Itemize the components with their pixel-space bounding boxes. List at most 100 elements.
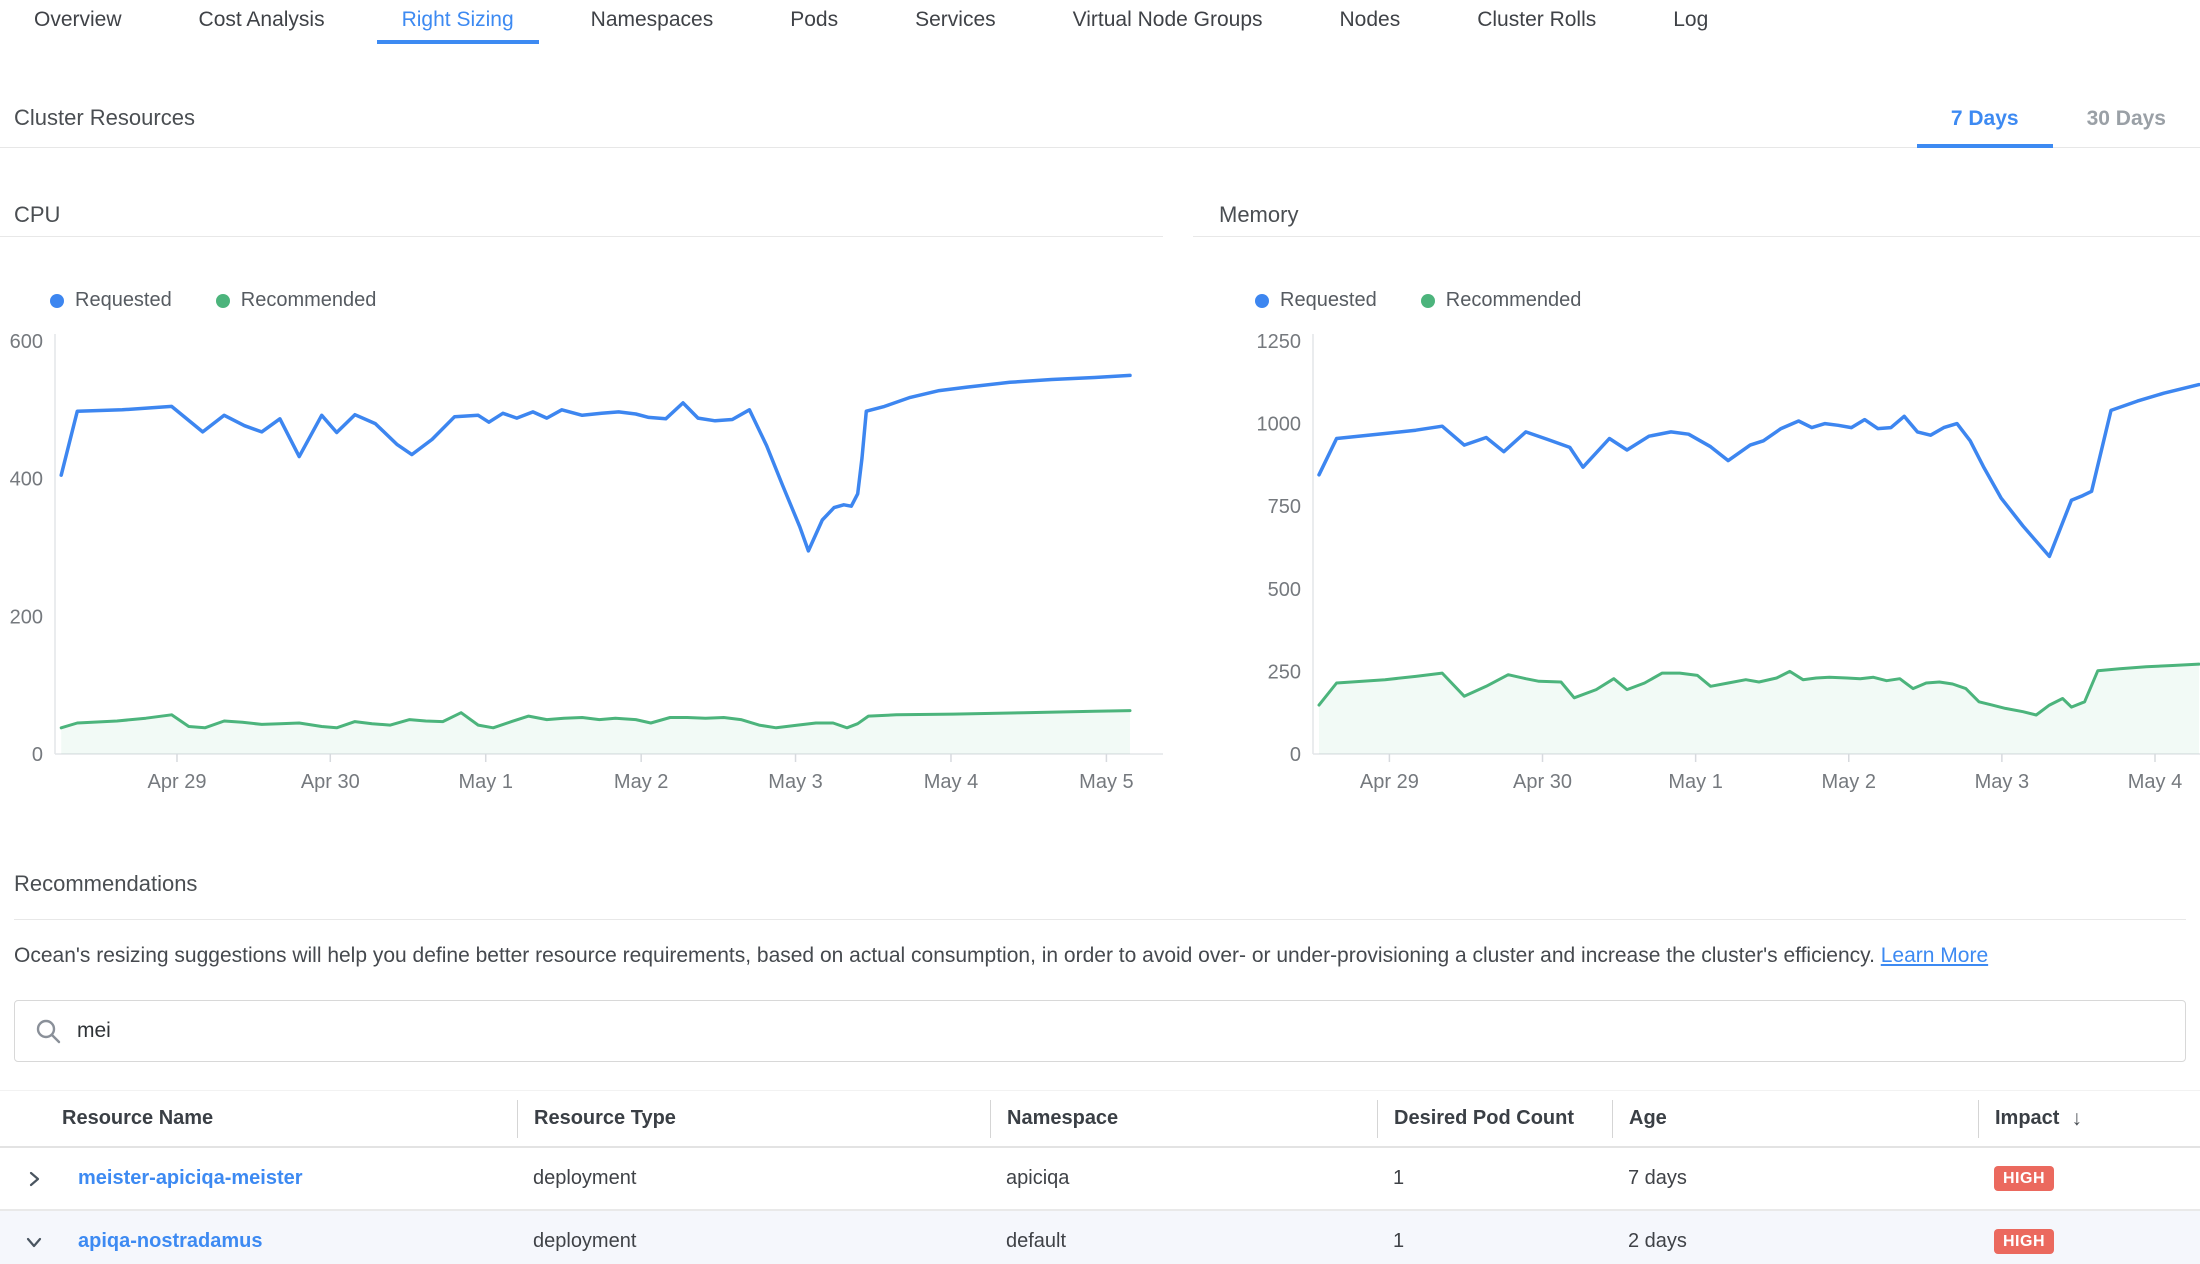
age-cell: 2 days (1612, 1230, 1978, 1253)
resource-name-link[interactable]: apiqa-nostradamus (78, 1230, 262, 1252)
svg-text:Apr 30: Apr 30 (1513, 771, 1572, 793)
tab-cost-analysis[interactable]: Cost Analysis (174, 0, 350, 44)
chevron-down-icon (24, 1232, 44, 1252)
memory-chart-title: Memory (1193, 202, 2200, 237)
cpu-chart-panel: CPU Requested Recommended 0 200 400 600 Apr … (0, 148, 1163, 801)
legend-label: Requested (75, 289, 172, 312)
svg-text:May 1: May 1 (458, 771, 512, 793)
resource-name-link[interactable]: meister-apiciqa-meister (78, 1167, 303, 1189)
impact-badge: HIGH (1994, 1166, 2054, 1191)
search-box (14, 1000, 2186, 1062)
memory-chart-legend: Requested Recommended (1255, 289, 2200, 312)
svg-text:1250: 1250 (1257, 331, 1302, 353)
tab-nodes[interactable]: Nodes (1315, 0, 1426, 44)
svg-text:May 2: May 2 (1822, 771, 1876, 793)
svg-text:May 2: May 2 (614, 771, 668, 793)
sort-desc-icon[interactable]: ↓ (2071, 1107, 2082, 1131)
svg-text:Apr 30: Apr 30 (301, 771, 360, 793)
impact-cell: HIGH (1978, 1166, 2200, 1191)
table-row: apiqa-nostradamus deployment default 1 2… (0, 1211, 2200, 1264)
row-expander[interactable] (14, 1169, 62, 1189)
recommended-dot-icon (1421, 294, 1435, 308)
cluster-resources-header: Cluster Resources 7 Days 30 Days (0, 44, 2200, 148)
header-expander (14, 1100, 62, 1138)
legend-item-requested[interactable]: Requested (50, 289, 172, 312)
header-age[interactable]: Age (1612, 1100, 1978, 1138)
row-expander[interactable] (14, 1232, 62, 1252)
legend-label: Requested (1280, 289, 1377, 312)
period-30-days[interactable]: 30 Days (2053, 107, 2200, 148)
search-input[interactable] (77, 1019, 2167, 1043)
search-icon (33, 1016, 63, 1046)
recommendations-table: Resource Name Resource Type Namespace De… (0, 1090, 2200, 1264)
resource-type-cell: deployment (517, 1167, 990, 1190)
table-header-row: Resource Name Resource Type Namespace De… (0, 1090, 2200, 1148)
header-resource-type[interactable]: Resource Type (517, 1100, 990, 1138)
legend-label: Recommended (241, 289, 377, 312)
svg-text:250: 250 (1268, 661, 1301, 683)
svg-text:May 4: May 4 (2128, 771, 2182, 793)
svg-text:500: 500 (1268, 579, 1301, 601)
learn-more-link[interactable]: Learn More (1881, 944, 1988, 967)
svg-text:600: 600 (10, 331, 43, 353)
period-7-days[interactable]: 7 Days (1917, 107, 2053, 148)
cpu-chart-title: CPU (0, 202, 1163, 237)
svg-text:May 4: May 4 (924, 771, 978, 793)
header-impact[interactable]: Impact ↓ (1978, 1100, 2200, 1138)
impact-badge: HIGH (1994, 1229, 2054, 1254)
header-desired-pod-count[interactable]: Desired Pod Count (1377, 1100, 1612, 1138)
svg-text:1000: 1000 (1257, 414, 1302, 436)
svg-text:400: 400 (10, 469, 43, 491)
namespace-cell: apiciqa (990, 1167, 1377, 1190)
svg-text:May 1: May 1 (1668, 771, 1722, 793)
recommendations-description: Ocean's resizing suggestions will help y… (14, 944, 2186, 968)
resource-name-cell: meister-apiciqa-meister (62, 1167, 517, 1190)
svg-text:0: 0 (32, 744, 43, 766)
svg-text:May 3: May 3 (1975, 771, 2029, 793)
svg-text:May 3: May 3 (768, 771, 822, 793)
cpu-chart: 0 200 400 600 Apr 29 Apr 30 May 1 May 2 May 3 May… (0, 326, 1163, 801)
age-cell: 7 days (1612, 1167, 1978, 1190)
memory-chart-panel: Memory Requested Recommended 0 250 500 750 1… (1193, 148, 2200, 801)
requested-dot-icon (50, 294, 64, 308)
tab-right-sizing[interactable]: Right Sizing (377, 0, 539, 44)
svg-text:May 5: May 5 (1079, 771, 1133, 793)
recommendations-text: Ocean's resizing suggestions will help y… (14, 944, 1875, 967)
charts-row: CPU Requested Recommended 0 200 400 600 Apr … (0, 148, 2200, 801)
svg-text:750: 750 (1268, 496, 1301, 518)
header-impact-label: Impact (1995, 1107, 2059, 1130)
table-row: meister-apiciqa-meister deployment apici… (0, 1148, 2200, 1211)
recommended-dot-icon (216, 294, 230, 308)
page-title: Cluster Resources (14, 105, 195, 147)
recommendations-title: Recommendations (14, 871, 2186, 920)
memory-chart: 0 250 500 750 1000 1250 Apr 29 Apr 30 May 1 May 2… (1193, 326, 2200, 801)
namespace-cell: default (990, 1230, 1377, 1253)
tab-cluster-rolls[interactable]: Cluster Rolls (1452, 0, 1621, 44)
top-nav: Overview Cost Analysis Right Sizing Name… (0, 0, 2200, 44)
legend-item-requested[interactable]: Requested (1255, 289, 1377, 312)
tab-virtual-node-groups[interactable]: Virtual Node Groups (1048, 0, 1288, 44)
chevron-right-icon (24, 1169, 44, 1189)
pod-count-cell: 1 (1377, 1167, 1612, 1190)
header-namespace[interactable]: Namespace (990, 1100, 1377, 1138)
legend-item-recommended[interactable]: Recommended (1421, 289, 1582, 312)
tab-overview[interactable]: Overview (9, 0, 147, 44)
requested-dot-icon (1255, 294, 1269, 308)
svg-text:0: 0 (1290, 744, 1301, 766)
svg-text:200: 200 (10, 606, 43, 628)
legend-label: Recommended (1446, 289, 1582, 312)
svg-text:Apr 29: Apr 29 (148, 771, 207, 793)
cpu-chart-legend: Requested Recommended (50, 289, 1163, 312)
resource-name-cell: apiqa-nostradamus (62, 1230, 517, 1253)
resource-type-cell: deployment (517, 1230, 990, 1253)
pod-count-cell: 1 (1377, 1230, 1612, 1253)
tab-log[interactable]: Log (1648, 0, 1733, 44)
header-resource-name[interactable]: Resource Name (62, 1100, 517, 1138)
impact-cell: HIGH (1978, 1229, 2200, 1254)
tab-pods[interactable]: Pods (765, 0, 863, 44)
tab-namespaces[interactable]: Namespaces (566, 0, 739, 44)
period-toggle: 7 Days 30 Days (1917, 107, 2200, 147)
legend-item-recommended[interactable]: Recommended (216, 289, 377, 312)
tab-services[interactable]: Services (890, 0, 1021, 44)
svg-text:Apr 29: Apr 29 (1360, 771, 1419, 793)
